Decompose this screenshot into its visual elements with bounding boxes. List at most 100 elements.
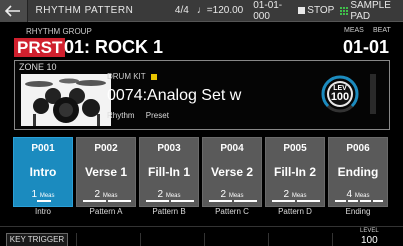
grid-icon: [340, 6, 349, 15]
drum-kit-icon: [21, 74, 111, 126]
drum-kit-tags: Rhythm Preset: [107, 111, 178, 120]
pattern-bars: [272, 200, 320, 202]
pattern-number: P002: [94, 143, 118, 154]
pattern-caption: Ending: [345, 207, 371, 216]
stop-icon: [298, 7, 306, 14]
pattern-length: 4 Meas: [329, 189, 387, 200]
pattern-meas-unit: Meas: [102, 193, 118, 199]
divider: [0, 226, 403, 227]
tempo: ♩=120.00: [196, 5, 244, 16]
pattern-bars: [209, 200, 257, 202]
pattern-meas-count: 4: [346, 189, 353, 200]
level-knob-readout: LEV 100: [325, 85, 355, 103]
meas-label: MEAS: [344, 27, 364, 34]
pattern-length: 1 Meas: [14, 189, 72, 200]
meas-beat-readout: 01-01: [343, 37, 390, 57]
pattern-bars: [20, 200, 68, 202]
pattern-length: 2 Meas: [266, 189, 324, 200]
pattern-meas-unit: Meas: [354, 193, 370, 199]
transport-label: STOP: [307, 5, 335, 16]
top-status-bar: RHYTHM PATTERN 4/4 ♩=120.00 01-01-000 ST…: [0, 0, 403, 22]
star-icon: [150, 73, 157, 80]
pattern-buttons: P001 Intro 1 Meas P002 Verse 1 2 Meas P0…: [13, 137, 390, 207]
function-slot-3[interactable]: [140, 233, 204, 246]
kit-tag-category: Rhythm: [107, 111, 135, 120]
pattern-number: P003: [157, 143, 181, 154]
pattern-length: 2 Meas: [77, 189, 135, 200]
function-slot-5[interactable]: [268, 233, 332, 246]
sample-pad-indicator[interactable]: SAMPLE PAD: [340, 0, 403, 22]
level-meter: [370, 74, 376, 114]
pattern-caption: Intro: [34, 207, 51, 216]
pattern-button-p004[interactable]: P004 Verse 2 2 Meas: [202, 137, 262, 207]
pattern-bars: [146, 200, 194, 202]
pattern-name: Fill-In 1: [148, 165, 190, 179]
pattern-caption: Pattern D: [278, 207, 312, 216]
screen: RHYTHM PATTERN 4/4 ♩=120.00 01-01-000 ST…: [0, 0, 403, 246]
pattern-number: P005: [283, 143, 307, 154]
pattern-name: Verse 1: [84, 165, 128, 179]
level-label: LEVEL: [360, 228, 379, 234]
beat-label: BEAT: [373, 27, 391, 34]
pattern-meas-count: 1: [31, 189, 38, 200]
zone-panel: ZONE 10 DRUM KIT 0074:Analog Set w Rhyth…: [14, 60, 390, 130]
rhythm-group-name[interactable]: 01: ROCK 1: [64, 37, 163, 58]
measure-bar: [335, 200, 346, 202]
measure-bar: [108, 200, 131, 202]
pattern-meas-count: 2: [94, 189, 101, 200]
transport-status: STOP: [298, 5, 334, 16]
back-button[interactable]: [0, 0, 28, 22]
sample-pad-label: SAMPLE PAD: [350, 0, 391, 22]
time-signature: 4/4: [174, 5, 189, 16]
pattern-captions: Intro Pattern A Pattern B Pattern C Patt…: [13, 207, 390, 219]
measure-bar: [372, 200, 383, 202]
function-slot-4[interactable]: [204, 233, 268, 246]
pattern-button-p003[interactable]: P003 Fill-In 1 2 Meas: [139, 137, 199, 207]
kit-tag-bank: Preset: [145, 111, 169, 120]
measure-bar: [272, 200, 295, 202]
pattern-caption: Pattern C: [215, 207, 249, 216]
pattern-name: Fill-In 2: [274, 165, 316, 179]
pattern-caption: Pattern B: [152, 207, 186, 216]
rhythm-group-label: RHYTHM GROUP: [26, 27, 92, 36]
measure-bar: [297, 200, 320, 202]
pattern-number: P001: [31, 143, 55, 154]
pattern-bars: [83, 200, 131, 202]
measure-bar: [171, 200, 194, 202]
drum-kit-image[interactable]: [21, 74, 111, 126]
function-slot-2[interactable]: [76, 233, 140, 246]
drum-kit-caption: DRUM KIT: [107, 72, 157, 81]
pattern-meas-unit: Meas: [228, 193, 244, 199]
pattern-bars: [335, 200, 383, 202]
pattern-button-p001[interactable]: P001 Intro 1 Meas: [13, 137, 73, 207]
pattern-button-p002[interactable]: P002 Verse 1 2 Meas: [76, 137, 136, 207]
measure-bar: [146, 200, 169, 202]
pattern-name: Intro: [29, 165, 57, 179]
drum-kit-name[interactable]: 0074:Analog Set w: [107, 87, 241, 105]
pattern-number: P006: [346, 143, 370, 154]
bottom-function-bar: KEY TRIGGER LEVEL 100: [0, 226, 403, 246]
pattern-length: 2 Meas: [140, 189, 198, 200]
pattern-meas-count: 2: [157, 189, 164, 200]
zone-label: ZONE 10: [19, 62, 57, 72]
screen-title: RHYTHM PATTERN: [35, 5, 134, 16]
pattern-meas-unit: Meas: [39, 193, 55, 199]
pattern-length: 2 Meas: [203, 189, 261, 200]
key-trigger-button[interactable]: KEY TRIGGER: [6, 233, 68, 246]
pattern-name: Ending: [337, 165, 379, 179]
pattern-button-p006[interactable]: P006 Ending 4 Meas: [328, 137, 388, 207]
measure-bar: [83, 200, 106, 202]
pattern-meas-count: 2: [220, 189, 227, 200]
measure-bar: [209, 200, 232, 202]
song-position: 01-01-000: [253, 0, 283, 22]
pattern-caption: Pattern A: [89, 207, 123, 216]
arrow-left-icon: [5, 4, 21, 17]
measure-bar: [37, 200, 51, 202]
lev-value: 100: [330, 91, 350, 103]
pattern-number: P004: [220, 143, 244, 154]
measure-bar: [234, 200, 257, 202]
level-value[interactable]: 100: [361, 235, 378, 246]
pattern-meas-unit: Meas: [291, 193, 307, 199]
pattern-button-p005[interactable]: P005 Fill-In 2 2 Meas: [265, 137, 325, 207]
pattern-meas-count: 2: [283, 189, 290, 200]
